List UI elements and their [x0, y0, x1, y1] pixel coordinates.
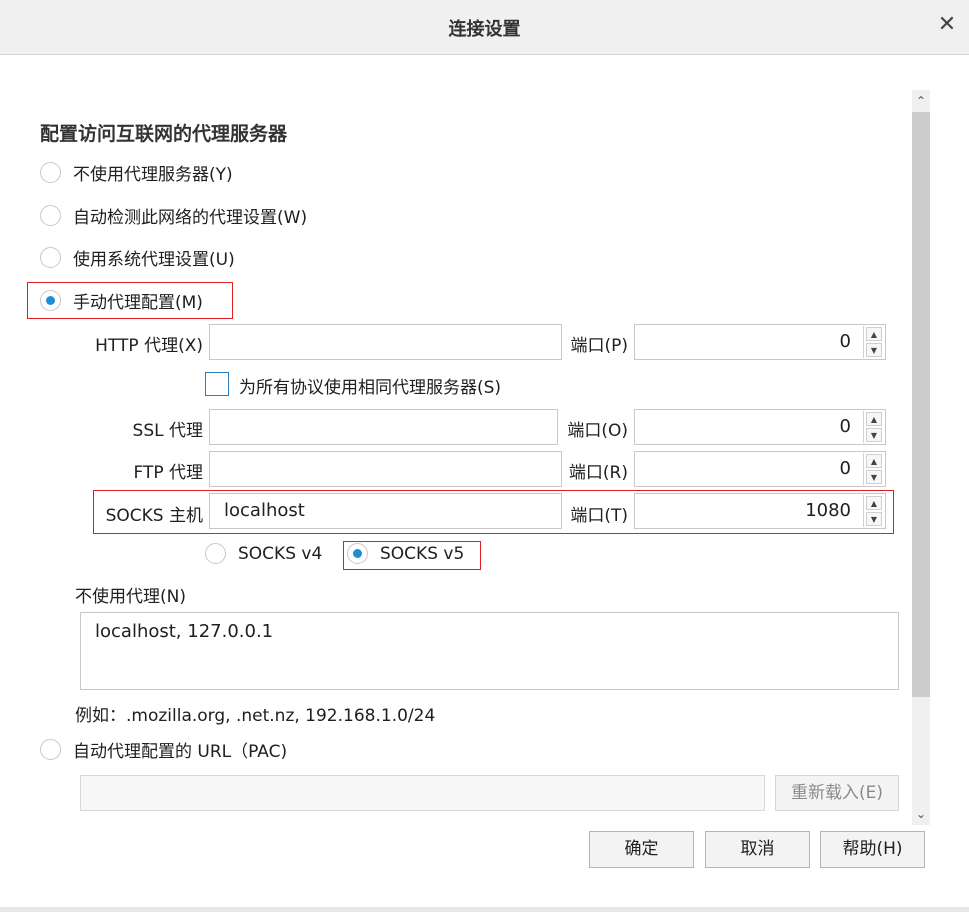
scroll-down-icon[interactable]: ⌄	[912, 803, 930, 825]
radio-system-proxy[interactable]: 使用系统代理设置(U)	[40, 245, 235, 270]
no-proxy-label: 不使用代理(N)	[75, 587, 186, 607]
ftp-proxy-label: FTP 代理	[133, 463, 203, 483]
radio-button[interactable]	[40, 247, 61, 268]
dialog-title: 连接设置	[448, 19, 521, 40]
radio-button[interactable]	[205, 543, 226, 564]
ftp-port-stepper[interactable]: ▲ ▼	[863, 453, 885, 485]
radio-label: 自动代理配置的 URL（PAC)	[73, 742, 288, 762]
radio-button[interactable]	[40, 162, 61, 183]
socks-host-input[interactable]: localhost	[209, 493, 562, 529]
radio-button[interactable]	[347, 543, 368, 564]
pac-url-input[interactable]	[80, 775, 765, 811]
ftp-proxy-input[interactable]	[209, 451, 562, 487]
same-proxy-checkbox[interactable]	[205, 372, 229, 396]
radio-socks-v4[interactable]: SOCKS v4	[205, 543, 322, 564]
spin-down-icon[interactable]: ▼	[866, 343, 882, 357]
ftp-port-label: 端口(R)	[568, 463, 628, 483]
socks-port-stepper[interactable]: ▲ ▼	[863, 495, 885, 527]
socks-port-label: 端口(T)	[570, 506, 628, 526]
radio-button[interactable]	[40, 739, 61, 760]
spin-down-icon[interactable]: ▼	[866, 428, 882, 442]
ftp-port-input[interactable]: 0	[634, 451, 886, 487]
bottom-border	[0, 907, 969, 912]
radio-label: 自动检测此网络的代理设置(W)	[73, 208, 308, 228]
radio-manual-proxy[interactable]: 手动代理配置(M)	[40, 288, 203, 313]
radio-label: SOCKS v5	[380, 543, 465, 564]
title-bar: 连接设置 ✕	[0, 0, 969, 55]
http-port-stepper[interactable]: ▲ ▼	[863, 326, 885, 358]
spin-down-icon[interactable]: ▼	[866, 470, 882, 484]
socks-port-input[interactable]: 1080	[634, 493, 886, 529]
cancel-button[interactable]: 取消	[705, 831, 810, 868]
ssl-proxy-label: SSL 代理	[132, 421, 203, 441]
spin-up-icon[interactable]: ▲	[866, 454, 882, 468]
ssl-port-label: 端口(O)	[567, 421, 628, 441]
scroll-up-icon[interactable]: ⌃	[912, 90, 930, 112]
spin-up-icon[interactable]: ▲	[866, 412, 882, 426]
no-proxy-example: 例如：.mozilla.org, .net.nz, 192.168.1.0/24	[75, 706, 436, 726]
radio-pac[interactable]: 自动代理配置的 URL（PAC)	[40, 737, 287, 762]
http-port-label: 端口(P)	[570, 336, 628, 356]
ssl-port-input[interactable]: 0	[634, 409, 886, 445]
socks-host-label: SOCKS 主机	[105, 506, 203, 526]
radio-auto-detect[interactable]: 自动检测此网络的代理设置(W)	[40, 203, 307, 228]
radio-label: 不使用代理服务器(Y)	[73, 165, 233, 185]
same-proxy-label: 为所有协议使用相同代理服务器(S)	[239, 378, 502, 398]
help-button[interactable]: 帮助(H)	[820, 831, 925, 868]
radio-label: 使用系统代理设置(U)	[73, 250, 235, 270]
reload-button[interactable]: 重新载入(E)	[775, 775, 899, 811]
ssl-proxy-input[interactable]	[209, 409, 558, 445]
http-port-input[interactable]: 0	[634, 324, 886, 360]
scrollbar-thumb[interactable]	[912, 112, 930, 697]
radio-no-proxy[interactable]: 不使用代理服务器(Y)	[40, 160, 233, 185]
radio-socks-v5[interactable]: SOCKS v5	[347, 543, 464, 564]
spin-up-icon[interactable]: ▲	[866, 496, 882, 510]
spin-down-icon[interactable]: ▼	[866, 512, 882, 526]
http-proxy-label: HTTP 代理(X)	[95, 336, 203, 356]
radio-label: 手动代理配置(M)	[73, 293, 203, 313]
close-icon[interactable]: ✕	[935, 12, 959, 38]
ok-button[interactable]: 确定	[589, 831, 694, 868]
http-proxy-input[interactable]	[209, 324, 562, 360]
radio-label: SOCKS v4	[238, 543, 323, 564]
no-proxy-textarea[interactable]: localhost, 127.0.0.1	[80, 612, 899, 690]
spin-up-icon[interactable]: ▲	[866, 327, 882, 341]
radio-button[interactable]	[40, 290, 61, 311]
section-title: 配置访问互联网的代理服务器	[40, 123, 288, 145]
radio-button[interactable]	[40, 205, 61, 226]
ssl-port-stepper[interactable]: ▲ ▼	[863, 411, 885, 443]
